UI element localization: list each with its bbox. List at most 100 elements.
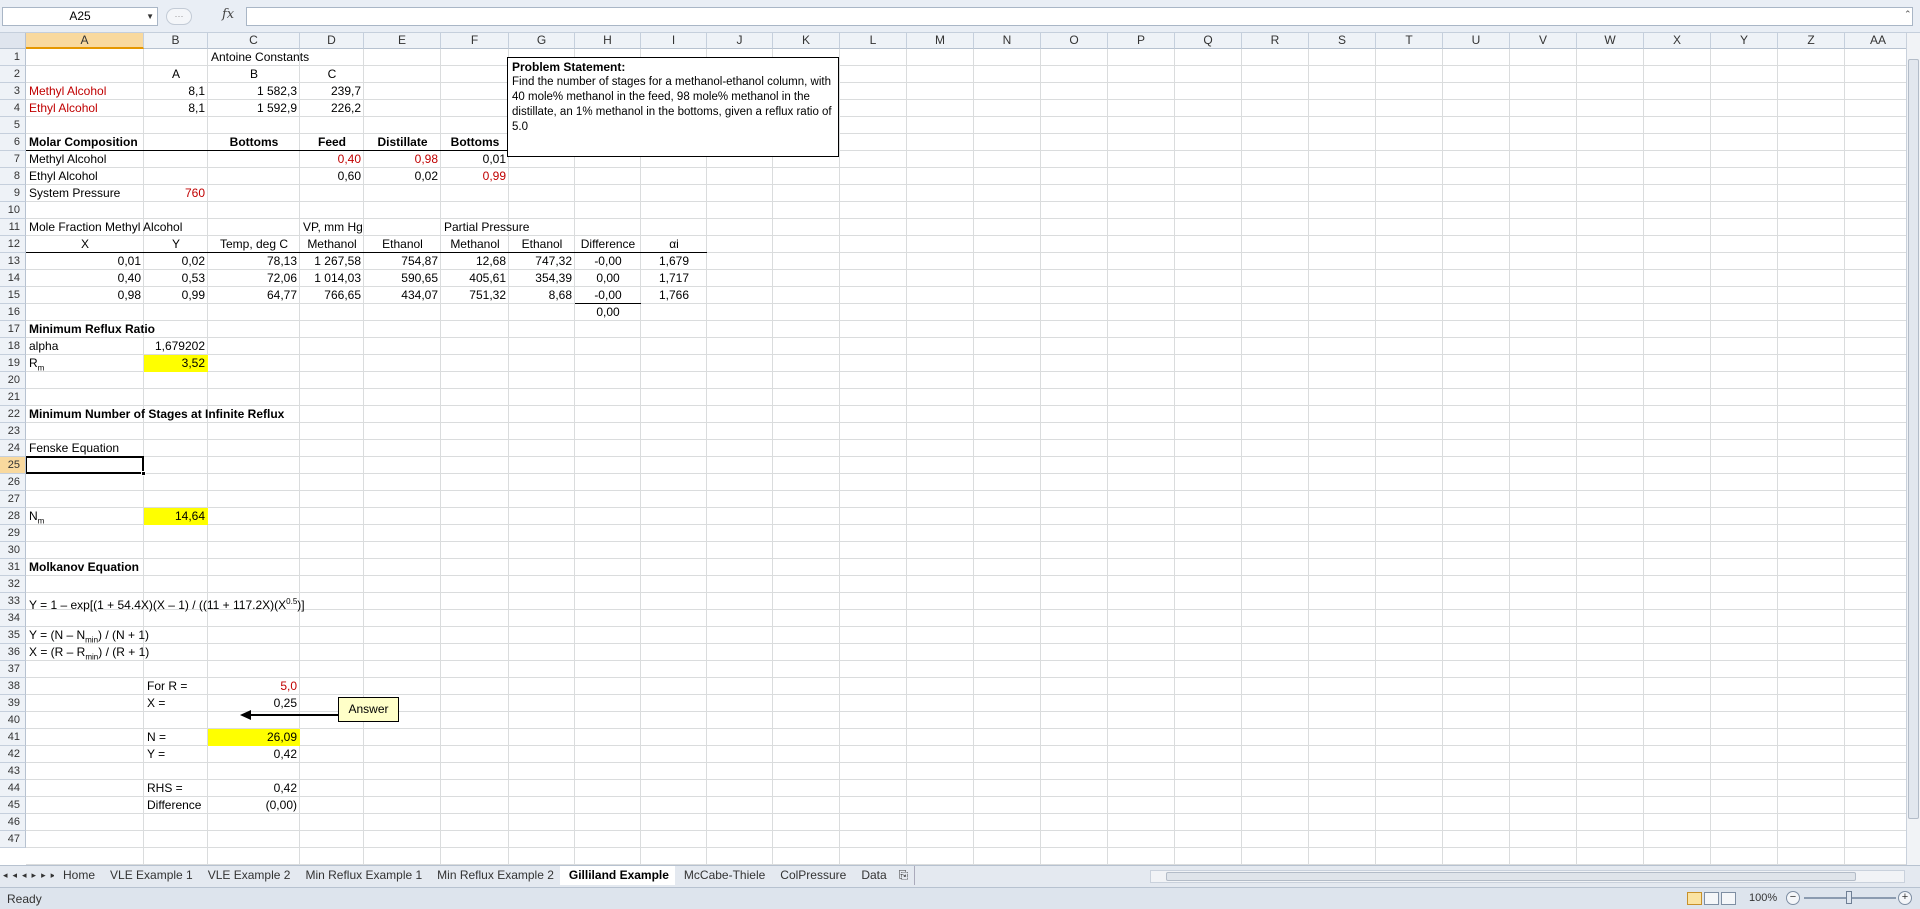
cell-a24[interactable]: Fenske Equation (26, 440, 144, 457)
cell-e6[interactable]: Distillate (364, 134, 441, 151)
column-header-b[interactable]: B (144, 33, 208, 49)
cell-b15[interactable]: 0,99 (144, 287, 208, 304)
column-header-h[interactable]: H (575, 33, 641, 49)
cell-c13[interactable]: 78,13 (208, 253, 300, 270)
row-header-28[interactable]: 28 (0, 508, 26, 525)
cell-c15[interactable]: 64,77 (208, 287, 300, 304)
answer-callout[interactable]: Answer (338, 697, 399, 722)
column-header-k[interactable]: K (773, 33, 840, 49)
row-header-35[interactable]: 35 (0, 627, 26, 644)
cell-b39[interactable]: X = (144, 695, 208, 712)
insert-function-icon[interactable]: fx (222, 7, 234, 22)
cell-b13[interactable]: 0,02 (144, 253, 208, 270)
cell-a22[interactable]: Minimum Number of Stages at Infinite Ref… (26, 406, 284, 423)
row-header-46[interactable]: 46 (0, 814, 26, 831)
cell-c2[interactable]: B (208, 66, 300, 83)
row-header-15[interactable]: 15 (0, 287, 26, 304)
row-header-20[interactable]: 20 (0, 372, 26, 389)
vertical-scroll-thumb[interactable] (1908, 59, 1919, 819)
cell-grid[interactable]: Antoine Constants A B C Methyl Alcohol 8,1 1 5… (26, 49, 1906, 865)
cell-a13[interactable]: 0,01 (26, 253, 144, 270)
chevron-down-icon[interactable]: ▼ (146, 8, 154, 25)
cell-b14[interactable]: 0,53 (144, 270, 208, 287)
cell-h15[interactable]: -0,00 (575, 287, 641, 304)
row-header-17[interactable]: 17 (0, 321, 26, 338)
select-all-corner[interactable] (0, 33, 26, 49)
column-header-x[interactable]: X (1644, 33, 1711, 49)
name-box[interactable]: A25 ▼ (2, 7, 158, 26)
column-header-aa[interactable]: AA (1845, 33, 1912, 49)
row-header-34[interactable]: 34 (0, 610, 26, 627)
column-header-n[interactable]: N (974, 33, 1041, 49)
cell-a28[interactable]: Nm (26, 508, 144, 525)
row-header-10[interactable]: 10 (0, 202, 26, 219)
cell-a18[interactable]: alpha (26, 338, 144, 355)
cell-c6[interactable]: Bottoms (208, 134, 300, 151)
row-header-1[interactable]: 1 (0, 49, 26, 66)
problem-statement-textbox[interactable]: Problem Statement: Find the number of st… (507, 57, 839, 157)
row-header-22[interactable]: 22 (0, 406, 26, 423)
row-header-39[interactable]: 39 (0, 695, 26, 712)
row-header-11[interactable]: 11 (0, 219, 26, 236)
cell-d2[interactable]: C (300, 66, 364, 83)
row-header-13[interactable]: 13 (0, 253, 26, 270)
cell-d13[interactable]: 1 267,58 (300, 253, 364, 270)
column-header-t[interactable]: T (1376, 33, 1443, 49)
cell-f13[interactable]: 12,68 (441, 253, 509, 270)
cell-b38[interactable]: For R = (144, 678, 208, 695)
cell-d3[interactable]: 239,7 (300, 83, 364, 100)
column-header-y[interactable]: Y (1711, 33, 1778, 49)
cell-c44[interactable]: 0,42 (208, 780, 300, 797)
row-header-37[interactable]: 37 (0, 661, 26, 678)
row-header-45[interactable]: 45 (0, 797, 26, 814)
cell-a12[interactable]: X (26, 236, 144, 253)
cell-b41[interactable]: N = (144, 729, 208, 746)
cell-h14[interactable]: 0,00 (575, 270, 641, 287)
cell-c38[interactable]: 5,0 (208, 678, 300, 695)
sheet-tab-home[interactable]: Home (54, 866, 106, 885)
cell-c1[interactable]: Antoine Constants (208, 49, 309, 66)
row-header-5[interactable]: 5 (0, 117, 26, 134)
cell-f14[interactable]: 405,61 (441, 270, 509, 287)
cell-c41[interactable]: 26,09 (208, 729, 300, 746)
vertical-scrollbar[interactable] (1906, 33, 1920, 865)
cell-a9[interactable]: System Pressure (26, 185, 144, 202)
row-header-33[interactable]: 33 (0, 593, 26, 610)
column-header-v[interactable]: V (1510, 33, 1577, 49)
cell-b45[interactable]: Difference (144, 797, 208, 814)
zoom-level[interactable]: 100% (1749, 892, 1777, 904)
column-header-m[interactable]: M (907, 33, 974, 49)
row-header-24[interactable]: 24 (0, 440, 26, 457)
cell-a19[interactable]: Rm (26, 355, 144, 372)
insert-sheet-icon[interactable]: ⎘ (892, 866, 916, 885)
row-header-9[interactable]: 9 (0, 185, 26, 202)
cell-d8[interactable]: 0,60 (300, 168, 364, 185)
cell-c4[interactable]: 1 592,9 (208, 100, 300, 117)
row-header-44[interactable]: 44 (0, 780, 26, 797)
cell-a33[interactable]: Y = 1 – exp[(1 + 54.4X)(X – 1) / ((11 + … (26, 593, 305, 612)
sheet-tab-colpressure[interactable]: ColPressure (771, 866, 857, 885)
row-header-32[interactable]: 32 (0, 576, 26, 593)
cell-a4[interactable]: Ethyl Alcohol (26, 100, 144, 117)
cell-d14[interactable]: 1 014,03 (300, 270, 364, 287)
cell-a17[interactable]: Minimum Reflux Ratio (26, 321, 155, 338)
sheet-tab-vle-example-2[interactable]: VLE Example 2 (198, 866, 301, 885)
zoom-in-icon[interactable]: + (1898, 891, 1912, 905)
cell-b18[interactable]: 1,679202 (144, 338, 208, 355)
cell-c45[interactable]: (0,00) (208, 797, 300, 814)
cell-a31[interactable]: Molkanov Equation (26, 559, 144, 576)
row-header-14[interactable]: 14 (0, 270, 26, 287)
cell-i13[interactable]: 1,679 (641, 253, 707, 270)
row-header-12[interactable]: 12 (0, 236, 26, 253)
cell-c42[interactable]: 0,42 (208, 746, 300, 763)
cell-b4[interactable]: 8,1 (144, 100, 208, 117)
row-header-19[interactable]: 19 (0, 355, 26, 372)
row-header-40[interactable]: 40 (0, 712, 26, 729)
row-header-30[interactable]: 30 (0, 542, 26, 559)
column-header-q[interactable]: Q (1175, 33, 1242, 49)
cell-e7[interactable]: 0,98 (364, 151, 441, 168)
cell-e15[interactable]: 434,07 (364, 287, 441, 304)
row-header-43[interactable]: 43 (0, 763, 26, 780)
cell-h13[interactable]: -0,00 (575, 253, 641, 270)
column-header-w[interactable]: W (1577, 33, 1644, 49)
